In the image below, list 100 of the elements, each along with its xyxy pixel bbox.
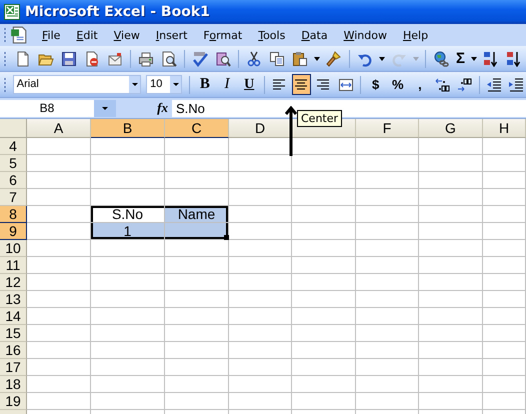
font-size-field[interactable]: 10 [146,75,182,94]
table-cell[interactable]: Name [165,206,229,223]
table-cell[interactable] [292,359,356,376]
table-cell[interactable] [27,376,91,393]
table-cell[interactable] [91,308,165,325]
table-cell[interactable] [91,393,165,410]
table-cell[interactable] [91,325,165,342]
table-cell[interactable] [419,206,483,223]
table-cell[interactable] [292,189,356,206]
sort-icon[interactable] [483,50,500,66]
row-header[interactable]: 14 [0,308,27,325]
table-cell[interactable] [229,325,292,342]
font-field[interactable]: Arial [12,75,142,94]
row-header[interactable]: 15 [0,325,27,342]
table-cell[interactable] [229,393,292,410]
table-cell[interactable] [356,274,419,291]
table-cell[interactable] [483,308,526,325]
format-button[interactable]: % [388,74,408,95]
table-cell[interactable] [292,342,356,359]
table-cell[interactable] [356,223,419,240]
table-cell[interactable] [229,274,292,291]
table-cell[interactable] [229,308,292,325]
row-header[interactable]: 5 [0,155,27,172]
table-cell[interactable] [165,359,229,376]
table-cell[interactable] [165,376,229,393]
table-cell[interactable] [27,240,91,257]
table-cell[interactable] [27,257,91,274]
table-cell[interactable] [419,274,483,291]
table-cell[interactable] [483,359,526,376]
table-cell[interactable] [483,155,526,172]
table-cell[interactable] [356,308,419,325]
document-stop-icon[interactable] [84,50,100,66]
workbook-icon[interactable] [10,26,28,44]
column-header[interactable]: G [419,119,483,138]
table-cell[interactable]: S.No [91,206,165,223]
dropdown-arrow-icon[interactable] [471,56,478,60]
row-header[interactable]: 16 [0,342,27,359]
menu-item[interactable]: File [34,28,68,42]
row-header[interactable]: 9 [0,223,27,240]
autosum-button[interactable]: Σ [454,50,468,67]
table-cell[interactable] [91,138,165,155]
checkmark-icon[interactable] [192,50,208,66]
insert-function-button[interactable]: fx [116,100,172,116]
column-header[interactable]: A [27,119,91,138]
table-cell[interactable] [91,257,165,274]
table-cell[interactable] [292,172,356,189]
table-cell[interactable] [165,291,229,308]
table-cell[interactable] [356,240,419,257]
table-cell[interactable] [165,342,229,359]
menu-item[interactable]: Format [195,28,250,42]
row-header[interactable]: 8 [0,206,27,223]
row-header[interactable]: 19 [0,393,27,410]
save-icon[interactable] [61,50,77,66]
table-cell[interactable] [483,138,526,155]
format-button[interactable]: $ [366,74,386,95]
table-cell[interactable] [356,189,419,206]
table-cell[interactable] [229,257,292,274]
table-cell[interactable] [229,223,292,240]
table-cell[interactable] [229,359,292,376]
row-header[interactable]: 4 [0,138,27,155]
table-cell[interactable] [483,257,526,274]
table-cell[interactable] [356,155,419,172]
table-cell[interactable] [292,274,356,291]
table-cell[interactable] [165,138,229,155]
table-cell[interactable] [419,376,483,393]
table-cell[interactable] [165,274,229,291]
table-cell[interactable] [419,189,483,206]
table-cell[interactable] [419,223,483,240]
table-cell[interactable] [229,189,292,206]
table-cell[interactable] [419,155,483,172]
table-cell[interactable] [292,155,356,172]
table-cell[interactable] [419,342,483,359]
table-cell[interactable] [165,240,229,257]
table-cell[interactable] [292,325,356,342]
table-cell[interactable] [27,189,91,206]
table-cell[interactable] [292,376,356,393]
table-cell[interactable] [356,257,419,274]
table-cell[interactable] [419,359,483,376]
table-cell[interactable] [292,257,356,274]
table-cell[interactable] [165,223,229,240]
table-cell[interactable] [356,376,419,393]
brush-icon[interactable] [326,50,342,66]
table-cell[interactable] [292,240,356,257]
clipboard-icon[interactable] [292,50,308,66]
table-cell[interactable] [27,155,91,172]
table-cell[interactable] [292,138,356,155]
table-cell[interactable] [27,138,91,155]
table-cell[interactable] [27,393,91,410]
table-cell[interactable] [91,359,165,376]
menu-item[interactable]: Edit [68,28,106,42]
row-header[interactable]: 10 [0,240,27,257]
table-cell[interactable] [419,291,483,308]
print-icon[interactable] [138,50,154,66]
copy-icon[interactable] [269,50,285,66]
row-header[interactable]: 18 [0,376,27,393]
table-cell[interactable] [91,274,165,291]
table-cell[interactable] [356,291,419,308]
table-cell[interactable] [292,393,356,410]
column-header[interactable]: C [165,119,229,138]
table-cell[interactable] [356,342,419,359]
